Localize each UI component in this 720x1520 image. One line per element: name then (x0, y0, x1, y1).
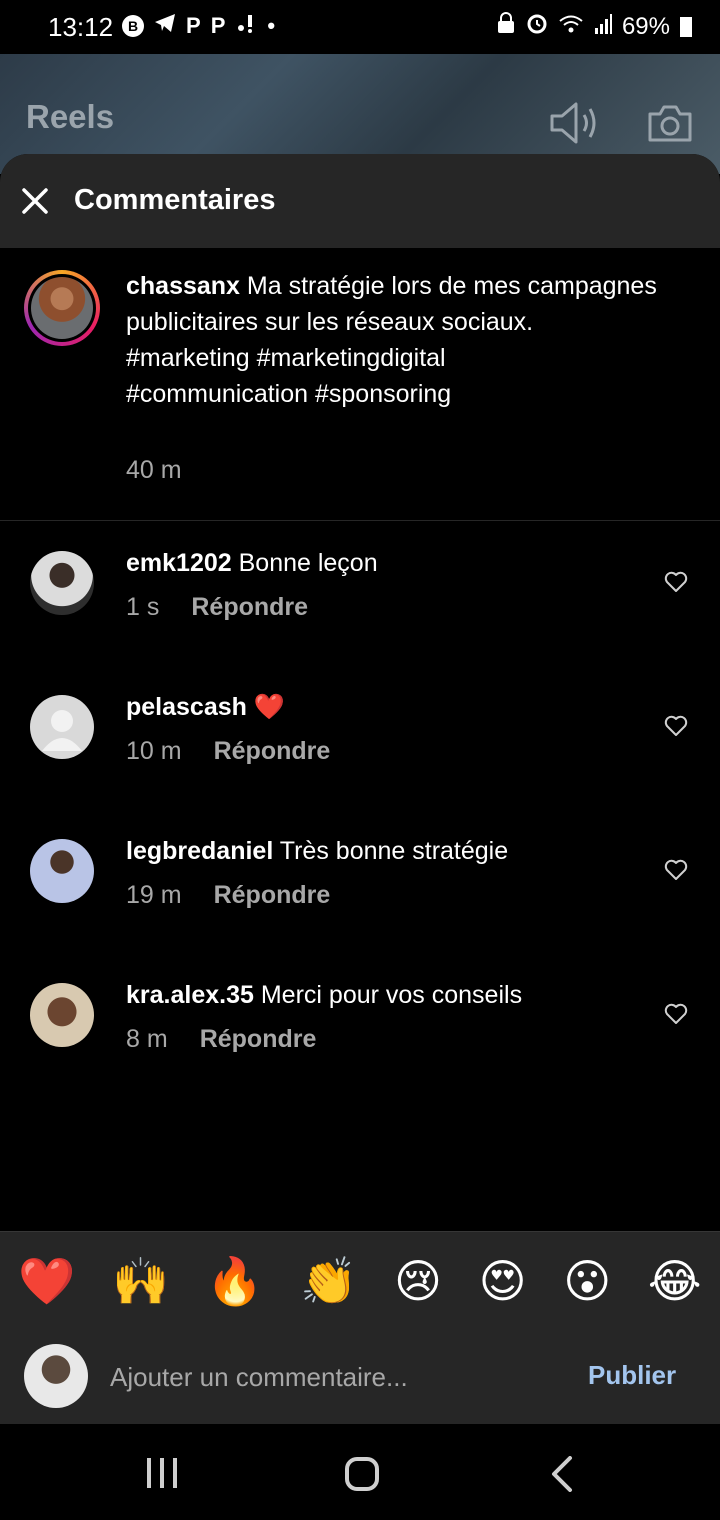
caption-hashtags-1[interactable]: #marketing #marketingdigital (126, 344, 446, 372)
status-bar: 13:12 B P P • 69% (0, 0, 720, 54)
lock-icon (496, 12, 516, 41)
reply-button[interactable]: Répondre (214, 881, 331, 909)
comment-text: emk1202 Bonne leçon (126, 549, 378, 578)
battery-icon (680, 16, 692, 37)
list-item: emk1202 Bonne leçon 1 s Répondre (0, 549, 720, 641)
avatar[interactable] (30, 551, 94, 615)
emoji-fire-button[interactable]: 🔥 (206, 1258, 263, 1304)
alarm-icon (526, 12, 548, 41)
comment-text: kra.alex.35 Merci pour vos conseils (126, 981, 522, 1010)
comment-meta: 8 m Répondre (126, 1025, 316, 1054)
status-left-icons: B P P • (122, 12, 275, 40)
sheet-header: Commentaires (0, 154, 720, 248)
post-caption: chassanx Ma stratégie lors de mes campag… (0, 248, 720, 521)
emoji-laugh-button[interactable]: 😂 (648, 1258, 702, 1304)
reply-button[interactable]: Répondre (191, 593, 308, 621)
back-icon[interactable] (550, 1456, 574, 1497)
comment-meta: 1 s Répondre (126, 593, 308, 622)
p-app-icon: P (186, 13, 201, 38)
list-item: legbredaniel Très bonne stratégie 19 m Ré… (0, 837, 720, 929)
avatar[interactable] (30, 695, 94, 759)
comment-time: 1 s (126, 593, 160, 621)
comment-time: 10 m (126, 737, 182, 765)
sheet-title: Commentaires (74, 184, 276, 216)
comment-input-row: Ajouter un commentaire... Publier (0, 1328, 720, 1424)
heart-icon[interactable] (664, 571, 688, 598)
comment-body: Bonne leçon (238, 549, 378, 577)
status-time: 13:12 (48, 12, 114, 42)
comment-username[interactable]: emk1202 (126, 549, 232, 577)
avatar-image (31, 277, 93, 339)
avatar (24, 1344, 88, 1408)
heart-icon[interactable] (664, 715, 688, 742)
dot-icon: • (267, 13, 276, 38)
b-app-icon: B (122, 15, 144, 37)
emoji-raised-hands-button[interactable]: 🙌 (112, 1258, 169, 1304)
comment-text: pelascash ❤️ (126, 693, 285, 722)
caption-text: chassanx Ma stratégie lors de mes campag… (126, 268, 686, 412)
comment-body: Très bonne stratégie (279, 837, 509, 865)
comment-body: Merci pour vos conseils (260, 981, 523, 1009)
recent-apps-icon[interactable] (146, 1458, 178, 1493)
home-icon[interactable] (344, 1456, 380, 1497)
heart-icon[interactable] (664, 859, 688, 886)
comment-time: 8 m (126, 1025, 168, 1053)
speaker-icon[interactable] (548, 100, 600, 151)
battery-percent: 69% (621, 12, 670, 40)
notification-icon (235, 12, 257, 40)
caption-time: 40 m (126, 456, 182, 484)
camera-icon[interactable] (646, 102, 694, 149)
comment-time: 19 m (126, 881, 182, 909)
comment-username[interactable]: legbredaniel (126, 837, 273, 865)
comment-text: legbredaniel Très bonne stratégie (126, 837, 508, 866)
comment-meta: 19 m Répondre (126, 881, 330, 910)
emoji-heart-eyes-button[interactable]: 😍 (479, 1258, 527, 1304)
emoji-surprised-button[interactable]: 😮 (563, 1258, 611, 1304)
status-right-icons: 69% (496, 12, 692, 41)
avatar[interactable] (24, 270, 100, 346)
avatar[interactable] (30, 983, 94, 1047)
signal-icon (594, 13, 612, 41)
comment-username[interactable]: kra.alex.35 (126, 981, 254, 1009)
list-item: kra.alex.35 Merci pour vos conseils 8 m R… (0, 981, 720, 1073)
p-app-icon: P (210, 13, 226, 38)
caption-username[interactable]: chassanx (126, 272, 240, 300)
avatar[interactable] (30, 839, 94, 903)
comment-username[interactable]: pelascash (126, 693, 247, 721)
comment-input[interactable]: Ajouter un commentaire... (110, 1362, 408, 1393)
comment-meta: 10 m Répondre (126, 737, 330, 766)
emoji-heart-button[interactable]: ❤️ (18, 1258, 75, 1304)
reply-button[interactable]: Répondre (200, 1025, 317, 1053)
heart-icon[interactable] (664, 1003, 688, 1030)
caption-hashtags-2[interactable]: #communication #sponsoring (126, 380, 451, 408)
emoji-bar: ❤️ 🙌 🔥 👏 😢 😍 😮 😂 (0, 1231, 720, 1329)
emoji-sad-button[interactable]: 😢 (394, 1258, 442, 1304)
emoji-clap-button[interactable]: 👏 (300, 1258, 357, 1304)
reply-button[interactable]: Répondre (214, 737, 331, 765)
wifi-icon (558, 13, 584, 41)
publish-button[interactable]: Publier (588, 1360, 676, 1391)
reels-title: Reels (26, 98, 115, 135)
close-icon[interactable] (22, 188, 48, 219)
list-item: pelascash ❤️ 10 m Répondre (0, 693, 720, 785)
comment-body: ❤️ (253, 693, 286, 721)
telegram-icon (154, 13, 176, 39)
system-nav-bar (0, 1424, 720, 1520)
